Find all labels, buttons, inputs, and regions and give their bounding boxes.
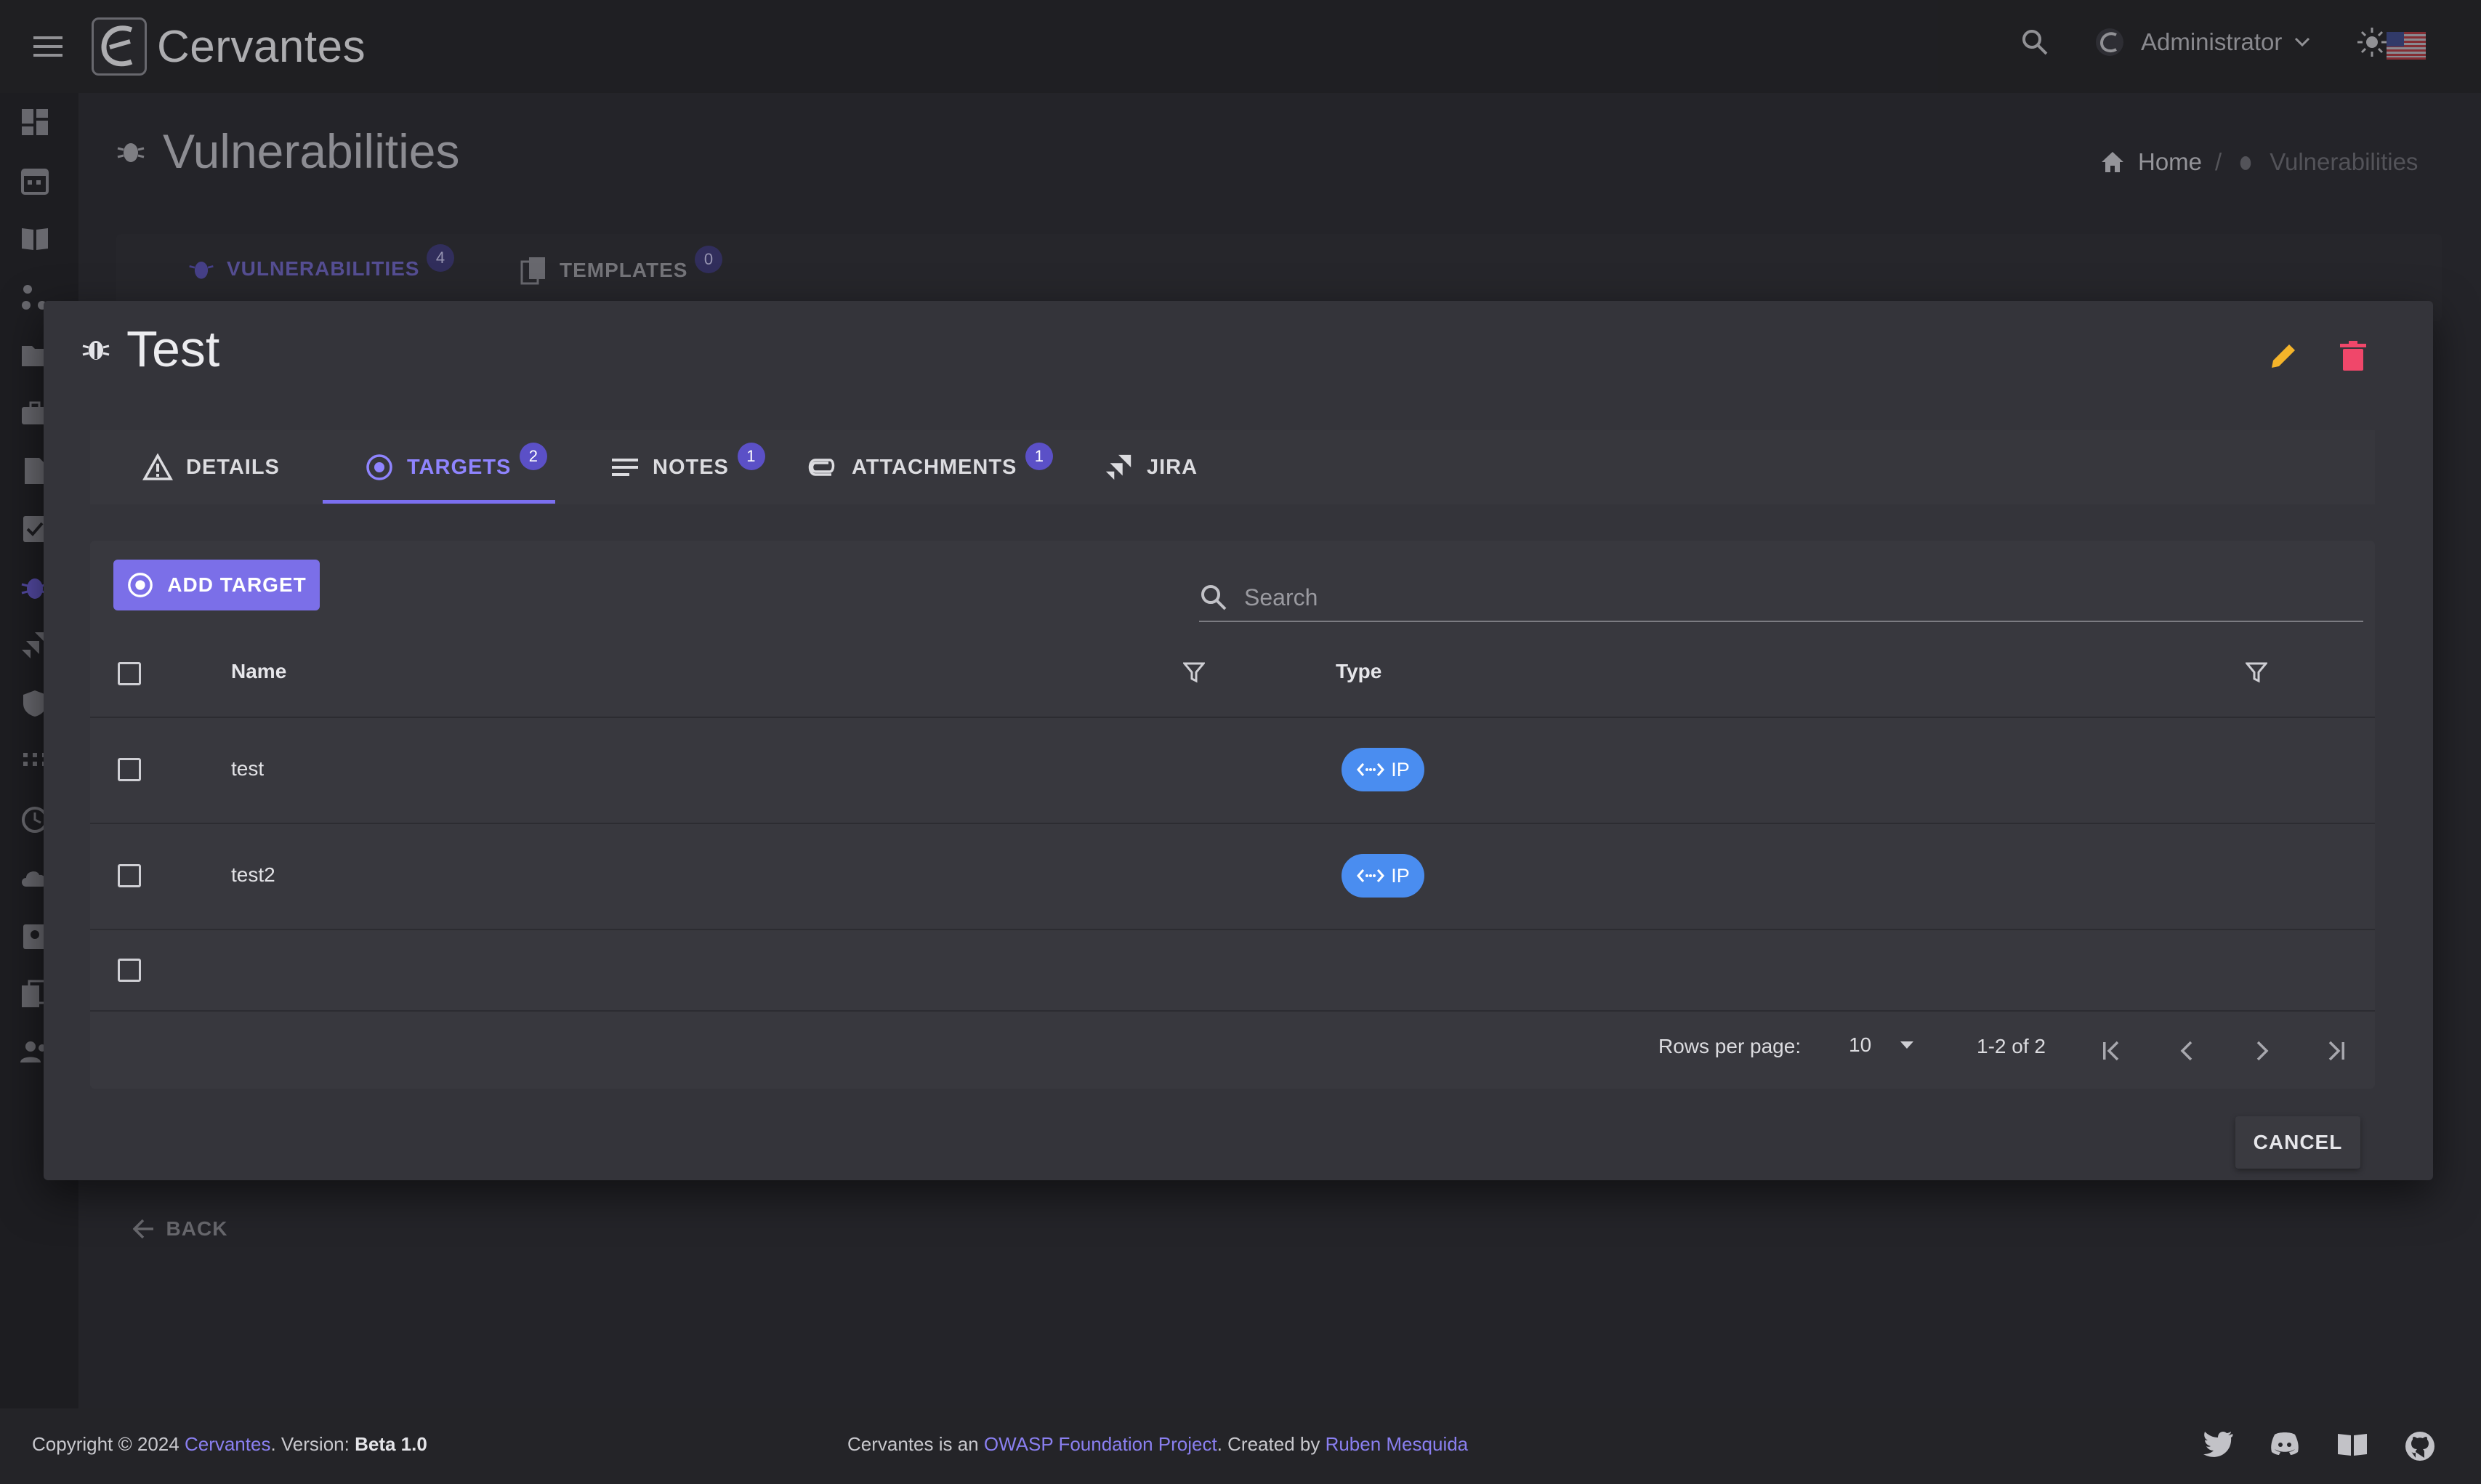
row-divider	[90, 1010, 2375, 1012]
tab-badge: 1	[737, 443, 765, 470]
tab-badge: 2	[520, 443, 548, 470]
pagination-range: 1-2 of 2	[1977, 1035, 2046, 1057]
target-name[interactable]: test2	[231, 863, 275, 887]
caret-down-icon	[1899, 1040, 1915, 1050]
dialog-actions	[2267, 340, 2368, 372]
targets-table-card	[90, 541, 2375, 1089]
search-input[interactable]	[1243, 583, 2336, 612]
row-checkbox[interactable]	[118, 959, 141, 982]
bug-icon	[81, 332, 110, 366]
delete-icon[interactable]	[2339, 340, 2368, 372]
cervantes-link[interactable]: Cervantes	[185, 1433, 271, 1455]
active-tab-indicator	[323, 500, 555, 504]
twitter-icon[interactable]	[2202, 1430, 2234, 1462]
code-icon	[1356, 762, 1385, 778]
first-page-icon[interactable]	[2097, 1036, 2126, 1065]
discord-icon[interactable]	[2269, 1430, 2301, 1462]
tab-badge: 1	[1025, 443, 1054, 470]
column-header-type[interactable]: Type	[1336, 660, 1381, 683]
rows-per-page-label: Rows per page:	[1658, 1035, 1802, 1057]
code-icon	[1356, 868, 1385, 884]
notes-icon	[610, 456, 640, 479]
tab-label: ATTACHMENTS	[852, 455, 1017, 479]
jira-icon	[1103, 452, 1134, 483]
row-checkbox[interactable]	[118, 758, 141, 781]
footer-social-links	[2202, 1430, 2436, 1462]
search-icon	[1199, 583, 1228, 612]
last-page-icon[interactable]	[2321, 1036, 2350, 1065]
target-icon	[126, 571, 154, 599]
github-icon[interactable]	[2404, 1430, 2436, 1462]
filter-icon[interactable]	[1183, 661, 1205, 683]
footer-credits: Cervantes is an OWASP Foundation Project…	[847, 1433, 1468, 1456]
target-name[interactable]: test	[231, 757, 264, 781]
tab-details[interactable]: DETAILS	[142, 430, 280, 504]
tab-notes[interactable]: NOTES 1	[610, 430, 765, 504]
filter-icon[interactable]	[2246, 661, 2267, 683]
author-link[interactable]: Ruben Mesquida	[1326, 1433, 1469, 1455]
copyright-text: Copyright © 2024	[32, 1433, 185, 1455]
footer-copyright: Copyright © 2024 Cervantes. Version: Bet…	[32, 1433, 427, 1456]
select-all-checkbox[interactable]	[118, 662, 141, 685]
attachment-icon	[807, 457, 839, 477]
cancel-button[interactable]: CANCEL	[2235, 1116, 2360, 1169]
tab-label: TARGETS	[407, 455, 512, 479]
rows-per-page-select[interactable]: 10	[1849, 1033, 1915, 1057]
rows-per-page-value: 10	[1849, 1033, 1872, 1056]
created-prefix: . Created by	[1217, 1433, 1326, 1455]
row-divider	[90, 823, 2375, 824]
dialog-title-text: Test	[126, 320, 220, 377]
next-page-icon[interactable]	[2247, 1036, 2276, 1065]
target-icon	[365, 453, 394, 482]
tab-jira[interactable]: JIRA	[1103, 430, 1198, 504]
edit-icon[interactable]	[2267, 340, 2299, 372]
add-target-label: ADD TARGET	[167, 573, 307, 596]
owasp-link[interactable]: OWASP Foundation Project	[984, 1433, 1217, 1455]
type-label: IP	[1391, 864, 1410, 887]
row-divider	[90, 929, 2375, 930]
tab-label: JIRA	[1147, 455, 1198, 479]
column-header-name[interactable]: Name	[231, 660, 286, 683]
dialog-title: Test	[81, 320, 219, 378]
row-divider	[90, 717, 2375, 718]
version-value: Beta 1.0	[355, 1433, 427, 1455]
warning-icon	[142, 453, 173, 481]
owasp-prefix: Cervantes is an	[847, 1433, 984, 1455]
type-label: IP	[1391, 758, 1410, 781]
version-prefix: . Version:	[270, 1433, 355, 1455]
tab-label: DETAILS	[186, 455, 280, 479]
tab-label: NOTES	[653, 455, 729, 479]
type-chip: IP	[1342, 854, 1424, 898]
previous-page-icon[interactable]	[2173, 1036, 2202, 1065]
tab-targets[interactable]: TARGETS 2	[365, 430, 548, 504]
add-target-button[interactable]: ADD TARGET	[113, 560, 320, 610]
tab-attachments[interactable]: ATTACHMENTS 1	[807, 430, 1054, 504]
search-field	[1199, 574, 2363, 622]
row-checkbox[interactable]	[118, 864, 141, 887]
docs-book-icon[interactable]	[2336, 1430, 2369, 1462]
type-chip: IP	[1342, 748, 1424, 791]
